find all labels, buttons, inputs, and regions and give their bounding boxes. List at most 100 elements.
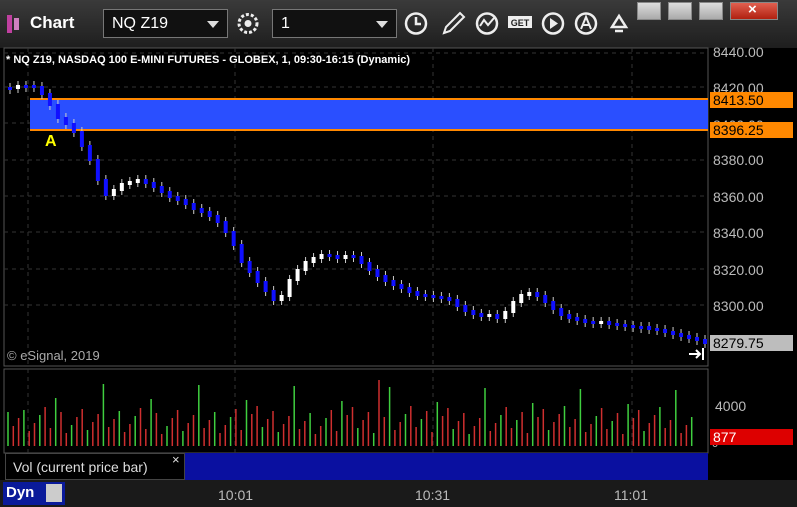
volume-study-label: Vol (current price bar) [13, 459, 148, 475]
candle-body [191, 203, 196, 210]
candle-body [231, 231, 236, 246]
zone-low-tag: 8396.25 [710, 122, 793, 138]
candle-body [391, 280, 396, 286]
candle-body [143, 179, 148, 184]
candle-body [559, 308, 564, 316]
lock-icon [46, 484, 62, 502]
study-bar-fill [185, 453, 708, 480]
price-label: 8440.00 [713, 44, 764, 60]
dynamic-mode-label: Dyn [6, 484, 35, 501]
close-study-icon[interactable]: × [172, 452, 180, 467]
footer-bar: Dyn [0, 480, 797, 507]
candle-body [127, 181, 132, 185]
candle-body [479, 313, 484, 317]
last-volume-tag: 877 [710, 429, 793, 445]
zone-high-tag: 8413.50 [710, 92, 793, 108]
last-price-tag: 8279.75 [710, 335, 793, 351]
candle-body [111, 189, 116, 196]
candle-body [703, 339, 707, 344]
candle-body [647, 326, 652, 330]
candle-body [279, 295, 284, 301]
candle-body [527, 292, 532, 296]
candle-body [215, 215, 220, 223]
candle-body [263, 281, 268, 292]
copyright-label: © eSignal, 2019 [7, 348, 100, 363]
candle-body [335, 255, 340, 259]
candle-body [327, 254, 332, 257]
candle-body [359, 256, 364, 264]
candle-body [343, 255, 348, 259]
candle-body [383, 275, 388, 282]
candle-body [495, 314, 500, 319]
candle-body [167, 191, 172, 198]
candle-body [247, 261, 252, 273]
volume-pane [3, 368, 709, 454]
price-label: 8300.00 [713, 298, 764, 314]
candle-body [103, 179, 108, 196]
candle-body [255, 271, 260, 283]
candle-body [399, 284, 404, 289]
candle-body [287, 279, 292, 297]
candle-body [151, 182, 156, 188]
candle-body [599, 321, 604, 324]
candle-body [431, 295, 436, 298]
candle-body [223, 221, 228, 233]
candle-body [87, 145, 92, 161]
volume-axis-label: 4000 [715, 398, 747, 414]
price-chart[interactable] [0, 0, 797, 507]
candle-body [663, 329, 668, 333]
volume-study-panel[interactable]: Vol (current price bar) × [5, 452, 185, 480]
candle-body [367, 262, 372, 271]
candle-body [295, 269, 300, 281]
price-label: 8320.00 [713, 262, 764, 278]
candle-body [543, 295, 548, 303]
candle-body [455, 299, 460, 307]
candle-body [535, 292, 540, 297]
candle-body [519, 294, 524, 303]
candle-body [47, 93, 52, 106]
candle-body [79, 131, 84, 147]
candle-body [31, 85, 36, 88]
chart-header: * NQ Z19, NASDAQ 100 E-MINI FUTURES - GL… [6, 54, 411, 66]
candle-body [119, 183, 124, 191]
candle-body [199, 208, 204, 213]
candle-body [311, 257, 316, 263]
price-pane [3, 47, 709, 367]
candle-body [8, 87, 12, 90]
candle-body [71, 123, 76, 133]
candle-body [623, 324, 628, 327]
candle-body [135, 179, 140, 183]
candle-body [687, 335, 692, 339]
candle-body [207, 211, 212, 217]
candle-body [591, 321, 596, 324]
candle-body [463, 305, 468, 312]
candle-body [679, 333, 684, 337]
marker-a: A [45, 133, 57, 150]
candle-body [375, 269, 380, 277]
candle-body [671, 331, 676, 335]
candle-body [471, 310, 476, 315]
candle-body [655, 328, 660, 331]
candle-body [55, 104, 60, 119]
candle-body [631, 325, 636, 328]
candle-body [551, 301, 556, 310]
time-label: 10:01 [218, 487, 254, 503]
candle-body [423, 294, 428, 297]
price-label: 8360.00 [713, 189, 764, 205]
scroll-to-end-icon[interactable] [688, 347, 706, 361]
candle-body [351, 255, 356, 258]
candle-body [511, 301, 516, 313]
candle-body [575, 317, 580, 321]
supply-zone [30, 99, 708, 130]
price-label: 8340.00 [713, 225, 764, 241]
candle-body [183, 199, 188, 205]
candle-body [639, 326, 644, 329]
candle-body [63, 117, 68, 125]
candle-body [615, 323, 620, 326]
candle-body [487, 314, 492, 317]
candle-body [439, 296, 444, 299]
candle-body [607, 321, 612, 325]
candle-body [95, 159, 100, 181]
dynamic-mode-button[interactable]: Dyn [3, 482, 65, 505]
price-label: 8380.00 [713, 152, 764, 168]
